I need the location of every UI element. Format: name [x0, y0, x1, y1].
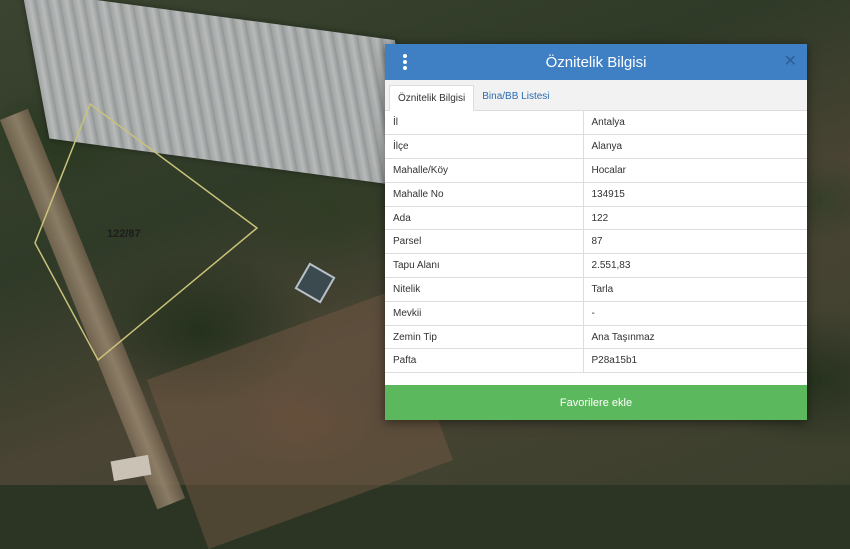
tab-attribute-info[interactable]: Öznitelik Bilgisi — [389, 85, 475, 111]
row-key: Pafta — [385, 348, 584, 374]
row-key: İlçe — [385, 134, 584, 160]
dialog-title: Öznitelik Bilgisi — [545, 53, 647, 71]
row-value: Hocalar — [583, 158, 807, 183]
table-row: Mevkii - — [385, 301, 807, 326]
row-key: Mahalle No — [385, 182, 584, 207]
parcel-polygon[interactable] — [34, 102, 259, 362]
attribute-table: İl Antalya İlçe Alanya Mahalle/Köy Hocal… — [385, 111, 807, 374]
vertical-ellipsis-icon[interactable] — [401, 54, 409, 70]
attribute-dialog: Öznitelik Bilgisi ✕ Öznitelik Bilgisi Bi… — [385, 44, 807, 420]
table-row: Mahalle No 134915 — [385, 182, 807, 207]
row-value: Tarla — [583, 277, 807, 302]
row-value: Ana Taşınmaz — [583, 325, 807, 350]
table-row: Pafta P28a15b1 — [385, 348, 807, 374]
row-value: 2.551,83 — [583, 253, 807, 279]
row-value: P28a15b1 — [583, 348, 807, 374]
table-row: Parsel 87 — [385, 229, 807, 255]
add-to-favorites-button[interactable]: Favorilere ekle — [385, 385, 807, 420]
row-key: Nitelik — [385, 277, 584, 302]
row-value: Alanya — [583, 134, 807, 160]
row-key: Parsel — [385, 229, 584, 255]
dialog-tabs: Öznitelik Bilgisi Bina/BB Listesi — [385, 80, 807, 111]
close-icon[interactable]: ✕ — [784, 52, 797, 72]
table-row: Zemin Tip Ana Taşınmaz — [385, 325, 807, 350]
row-key: Ada — [385, 206, 584, 231]
parcel-label: 122/87 — [107, 228, 141, 240]
table-row: Tapu Alanı 2.551,83 — [385, 253, 807, 279]
row-value: 134915 — [583, 182, 807, 207]
row-key: Zemin Tip — [385, 325, 584, 350]
tab-building-list[interactable]: Bina/BB Listesi — [474, 84, 557, 110]
row-value: 87 — [583, 229, 807, 255]
row-value: - — [583, 301, 807, 326]
row-key: Tapu Alanı — [385, 253, 584, 279]
dialog-header: Öznitelik Bilgisi ✕ — [385, 44, 807, 80]
row-key: Mahalle/Köy — [385, 158, 584, 183]
row-value: Antalya — [583, 111, 807, 136]
row-value: 122 — [583, 206, 807, 231]
table-row: Mahalle/Köy Hocalar — [385, 158, 807, 183]
table-row: İlçe Alanya — [385, 134, 807, 160]
table-row: Ada 122 — [385, 206, 807, 231]
row-key: Mevkii — [385, 301, 584, 326]
row-key: İl — [385, 111, 584, 136]
table-row: Nitelik Tarla — [385, 277, 807, 302]
table-row: İl Antalya — [385, 111, 807, 136]
